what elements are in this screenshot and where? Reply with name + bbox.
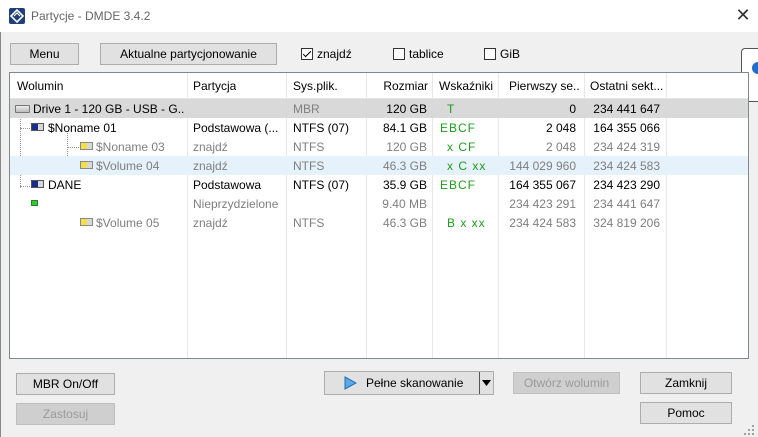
- table-row[interactable]: Nieprzydzielone 9.40 MB 234 423 291 234 …: [10, 194, 748, 213]
- drive-icon: [15, 105, 30, 113]
- help-button[interactable]: Pomoc: [640, 402, 732, 424]
- partition-icon: [31, 123, 44, 131]
- cell-volume: $Volume 04: [96, 159, 160, 173]
- cell-last-sector: 324 819 206: [593, 216, 660, 230]
- dmde-app-icon: [9, 8, 25, 24]
- cell-filesystem: NTFS (07): [293, 178, 350, 192]
- cell-flags: T: [447, 102, 456, 116]
- full-scan-button[interactable]: Pełne skanowanie: [324, 371, 494, 395]
- cell-first-sector: 144 029 960: [509, 159, 576, 173]
- cell-partition: znajdź: [193, 159, 228, 173]
- cell-flags: x CF: [447, 140, 477, 154]
- window-frame: [0, 0, 1, 437]
- cell-partition: znajdź: [193, 140, 228, 154]
- col-header-size[interactable]: Rozmiar: [370, 79, 428, 93]
- cell-volume: DANE: [48, 178, 82, 192]
- cell-partition: Podstawowa (...: [193, 121, 279, 135]
- cell-first-sector: 234 424 583: [509, 216, 576, 230]
- found-partition-icon: [80, 161, 93, 169]
- apply-button[interactable]: Zastosuj: [16, 403, 115, 425]
- found-partition-icon: [80, 142, 93, 150]
- table-row[interactable]: $Volume 05 znajdź NTFS 46.3 GB B x xx 23…: [10, 213, 748, 232]
- col-header-flags[interactable]: Wskaźniki: [439, 79, 493, 93]
- gib-checkbox[interactable]: GiB: [484, 46, 520, 62]
- table-row[interactable]: $Noname 03 znajdź NTFS 120 GB x CF 2 048…: [10, 137, 748, 156]
- cell-filesystem: NTFS: [293, 159, 325, 173]
- cell-flags: x C xx: [447, 159, 487, 173]
- col-header-volume[interactable]: Wolumin: [17, 79, 63, 93]
- table-row[interactable]: DANE Podstawowa NTFS (07) 35.9 GB EBCF 1…: [10, 175, 748, 194]
- col-header-first-sector[interactable]: Pierwszy se...: [509, 79, 579, 93]
- found-checkbox[interactable]: znajdź: [301, 46, 352, 62]
- table-row[interactable]: $Noname 01 Podstawowa (... NTFS (07) 84.…: [10, 118, 748, 137]
- found-checkbox-box[interactable]: [301, 48, 313, 60]
- window-title: Partycje - DMDE 3.4.2: [31, 9, 151, 23]
- title-bar: Partycje - DMDE 3.4.2 ✕: [0, 0, 758, 32]
- cell-size: 46.3 GB: [382, 216, 427, 230]
- info-indicator-icon: [752, 62, 758, 74]
- col-header-partition[interactable]: Partycja: [193, 79, 236, 93]
- unallocated-icon: [31, 200, 38, 206]
- table-row-selected[interactable]: $Volume 04 znajdź NTFS 46.3 GB x C xx 14…: [10, 156, 748, 175]
- cell-filesystem: MBR: [293, 102, 320, 116]
- gib-checkbox-box[interactable]: [484, 48, 496, 60]
- cell-volume: Drive 1 - 120 GB - USB - G...: [33, 102, 185, 116]
- open-volume-button[interactable]: Otwórz wolumin: [513, 372, 620, 394]
- cell-size: 35.9 GB: [382, 178, 427, 192]
- gib-checkbox-label: GiB: [500, 47, 521, 61]
- cell-flags: EBCF: [440, 121, 477, 135]
- play-icon: [344, 376, 357, 390]
- cell-filesystem: NTFS: [293, 216, 325, 230]
- cell-last-sector: 234 424 583: [593, 159, 660, 173]
- found-checkbox-label: znajdź: [317, 47, 352, 61]
- cell-size: 120 GB: [386, 102, 427, 116]
- cell-filesystem: NTFS: [293, 140, 325, 154]
- tables-checkbox-box[interactable]: [393, 48, 405, 60]
- cell-size: 84.1 GB: [382, 121, 427, 135]
- cell-last-sector: 234 424 319: [593, 140, 660, 154]
- cell-flags: EBCF: [440, 178, 477, 192]
- cell-last-sector: 234 423 290: [593, 178, 660, 192]
- table-row[interactable]: Drive 1 - 120 GB - USB - G... MBR 120 GB…: [10, 99, 748, 118]
- cell-flags: B x xx: [447, 216, 486, 230]
- cell-volume: $Volume 05: [96, 216, 160, 230]
- close-icon[interactable]: ✕: [732, 5, 754, 27]
- full-scan-label: Pełne skanowanie: [366, 376, 464, 390]
- partitions-table[interactable]: Wolumin Partycja Sys.plik. Rozmiar Wskaź…: [9, 72, 749, 359]
- close-button[interactable]: Zamknij: [640, 372, 732, 394]
- col-header-last-sector[interactable]: Ostatni sekt...: [590, 79, 666, 93]
- cell-size: 120 GB: [386, 140, 427, 154]
- cell-last-sector: 234 441 647: [593, 197, 660, 211]
- dropdown-arrow-icon[interactable]: [482, 380, 491, 386]
- table-header: Wolumin Partycja Sys.plik. Rozmiar Wskaź…: [10, 73, 748, 99]
- split-divider: [479, 372, 480, 394]
- cell-first-sector: 2 048: [545, 140, 576, 154]
- cell-partition: Podstawowa: [193, 178, 262, 192]
- menu-button[interactable]: Menu: [10, 43, 79, 65]
- cell-last-sector: 234 441 647: [593, 102, 660, 116]
- cell-last-sector: 164 355 066: [593, 121, 660, 135]
- cell-size: 9.40 MB: [382, 197, 427, 211]
- cell-first-sector: 164 355 067: [509, 178, 576, 192]
- partition-icon: [31, 180, 44, 188]
- current-partitioning-button[interactable]: Aktualne partycjonowanie: [100, 43, 277, 65]
- tables-checkbox[interactable]: tablice: [393, 46, 444, 62]
- cell-partition: znajdź: [193, 216, 228, 230]
- cell-partition: Nieprzydzielone: [193, 197, 279, 211]
- tables-checkbox-label: tablice: [409, 47, 444, 61]
- col-header-filesystem[interactable]: Sys.plik.: [293, 79, 338, 93]
- found-partition-icon: [80, 218, 93, 226]
- cell-filesystem: NTFS (07): [293, 121, 350, 135]
- cell-size: 46.3 GB: [382, 159, 427, 173]
- cell-first-sector: 2 048: [545, 121, 576, 135]
- mbr-onoff-button[interactable]: MBR On/Off: [16, 373, 115, 395]
- cell-first-sector: 0: [569, 102, 576, 116]
- resize-grip-icon[interactable]: [743, 424, 755, 436]
- cell-first-sector: 234 423 291: [509, 197, 576, 211]
- cell-volume: $Noname 01: [48, 121, 117, 135]
- cell-volume: $Noname 03: [96, 140, 165, 154]
